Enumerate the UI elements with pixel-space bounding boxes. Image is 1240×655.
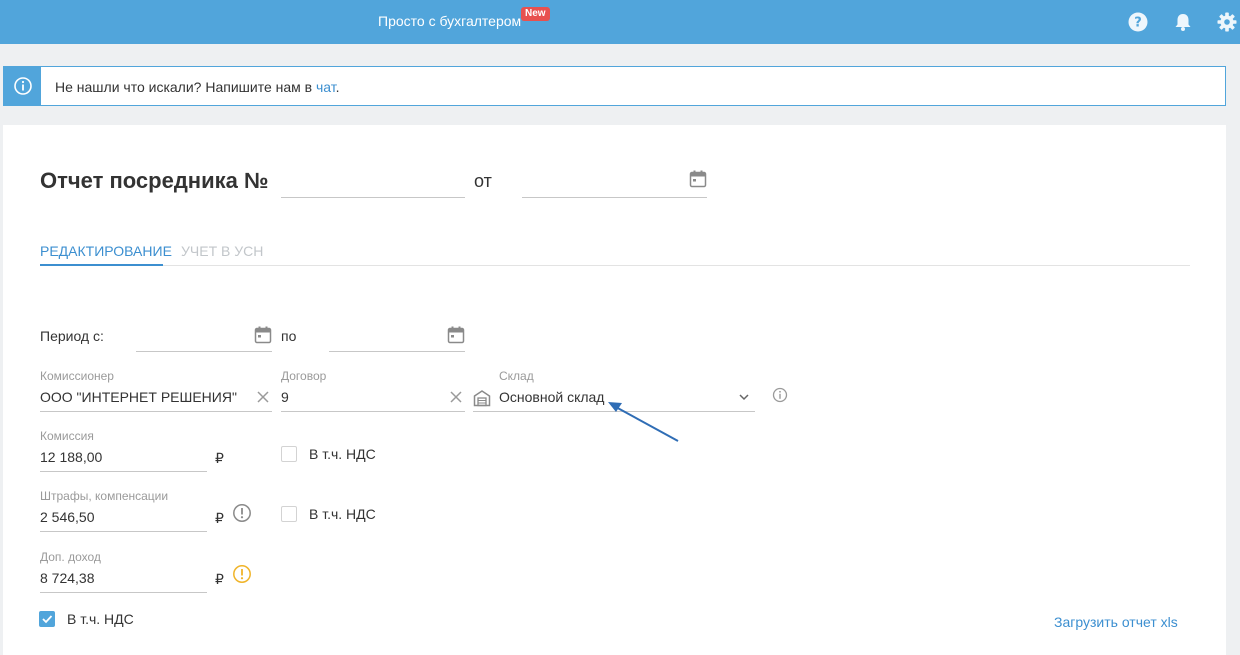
vat-total-label: В т.ч. НДС [67,611,134,627]
commissioner-underline [40,411,272,412]
info-strip [4,67,41,105]
annotation-arrow [608,402,679,442]
doc-number-input[interactable] [281,197,465,198]
tab-editing[interactable]: РЕДАКТИРОВАНИЕ [40,243,172,259]
contract-label: Договор [281,369,327,383]
fines-vat-label: В т.ч. НДС [309,506,376,522]
currency-label: ₽ [215,571,224,587]
period-from-input[interactable] [136,351,272,352]
info-message: Не нашли что искали? Напишите нам в [55,79,316,95]
fines-underline [40,531,207,532]
info-suffix: . [335,79,340,95]
promo-link[interactable]: Просто с бухгалтером [378,13,521,29]
warning-icon[interactable] [232,503,252,523]
clear-icon[interactable] [256,390,270,404]
tab-usn[interactable]: УЧЕТ В УСН [181,243,263,259]
commissioner-field[interactable]: ООО "ИНТЕРНЕТ РЕШЕНИЯ" [40,389,237,405]
svg-text:?: ? [1134,16,1142,31]
chat-link[interactable]: чат [316,79,336,95]
tab-active-indicator [40,264,163,266]
clear-icon[interactable] [449,390,463,404]
contract-field[interactable]: 9 [281,389,289,405]
new-badge: New [521,7,550,21]
period-to-input[interactable] [329,351,465,352]
calendar-icon[interactable] [254,326,272,344]
commission-field[interactable]: 12 188,00 [40,449,102,465]
upload-xls-link[interactable]: Загрузить отчет xls [1054,614,1178,630]
commission-vat-label: В т.ч. НДС [309,446,376,462]
commission-label: Комиссия [40,429,94,443]
chevron-down-icon[interactable] [738,391,750,403]
extra-income-field[interactable]: 8 724,38 [40,570,95,586]
contract-underline [281,411,465,412]
commission-vat-checkbox[interactable] [281,446,297,462]
warehouse-label: Склад [499,369,534,383]
info-icon[interactable] [772,387,788,403]
currency-label: ₽ [215,510,224,526]
info-banner: Не нашли что искали? Напишите нам в чат. [3,66,1226,106]
period-to-label: по [281,328,297,344]
top-bar: Просто с бухгалтером New ? [0,0,1240,44]
calendar-icon[interactable] [689,170,707,188]
vat-total-checkbox[interactable] [39,611,55,627]
calendar-icon[interactable] [447,326,465,344]
doc-date-input[interactable] [522,197,707,198]
commission-underline [40,471,207,472]
fines-label: Штрафы, компенсации [40,489,169,503]
fines-field[interactable]: 2 546,50 [40,509,95,525]
from-label: от [474,171,492,191]
info-text: Не нашли что искали? Напишите нам в чат. [55,79,340,95]
extra-income-underline [40,592,207,593]
gear-icon[interactable] [1216,11,1238,33]
check-icon [42,615,53,624]
info-icon [13,77,32,95]
help-icon[interactable]: ? [1127,11,1149,33]
page-title: Отчет посредника № [40,168,269,193]
warehouse-icon [473,390,491,407]
warehouse-select[interactable]: Основной склад [499,389,604,405]
bell-icon[interactable] [1172,11,1194,33]
tabs-divider [40,265,1190,266]
currency-label: ₽ [215,450,224,466]
period-label: Период с: [40,328,104,344]
fines-vat-checkbox[interactable] [281,506,297,522]
extra-income-label: Доп. доход [40,550,101,564]
warning-icon[interactable] [232,564,252,584]
commissioner-label: Комиссионер [40,369,114,383]
